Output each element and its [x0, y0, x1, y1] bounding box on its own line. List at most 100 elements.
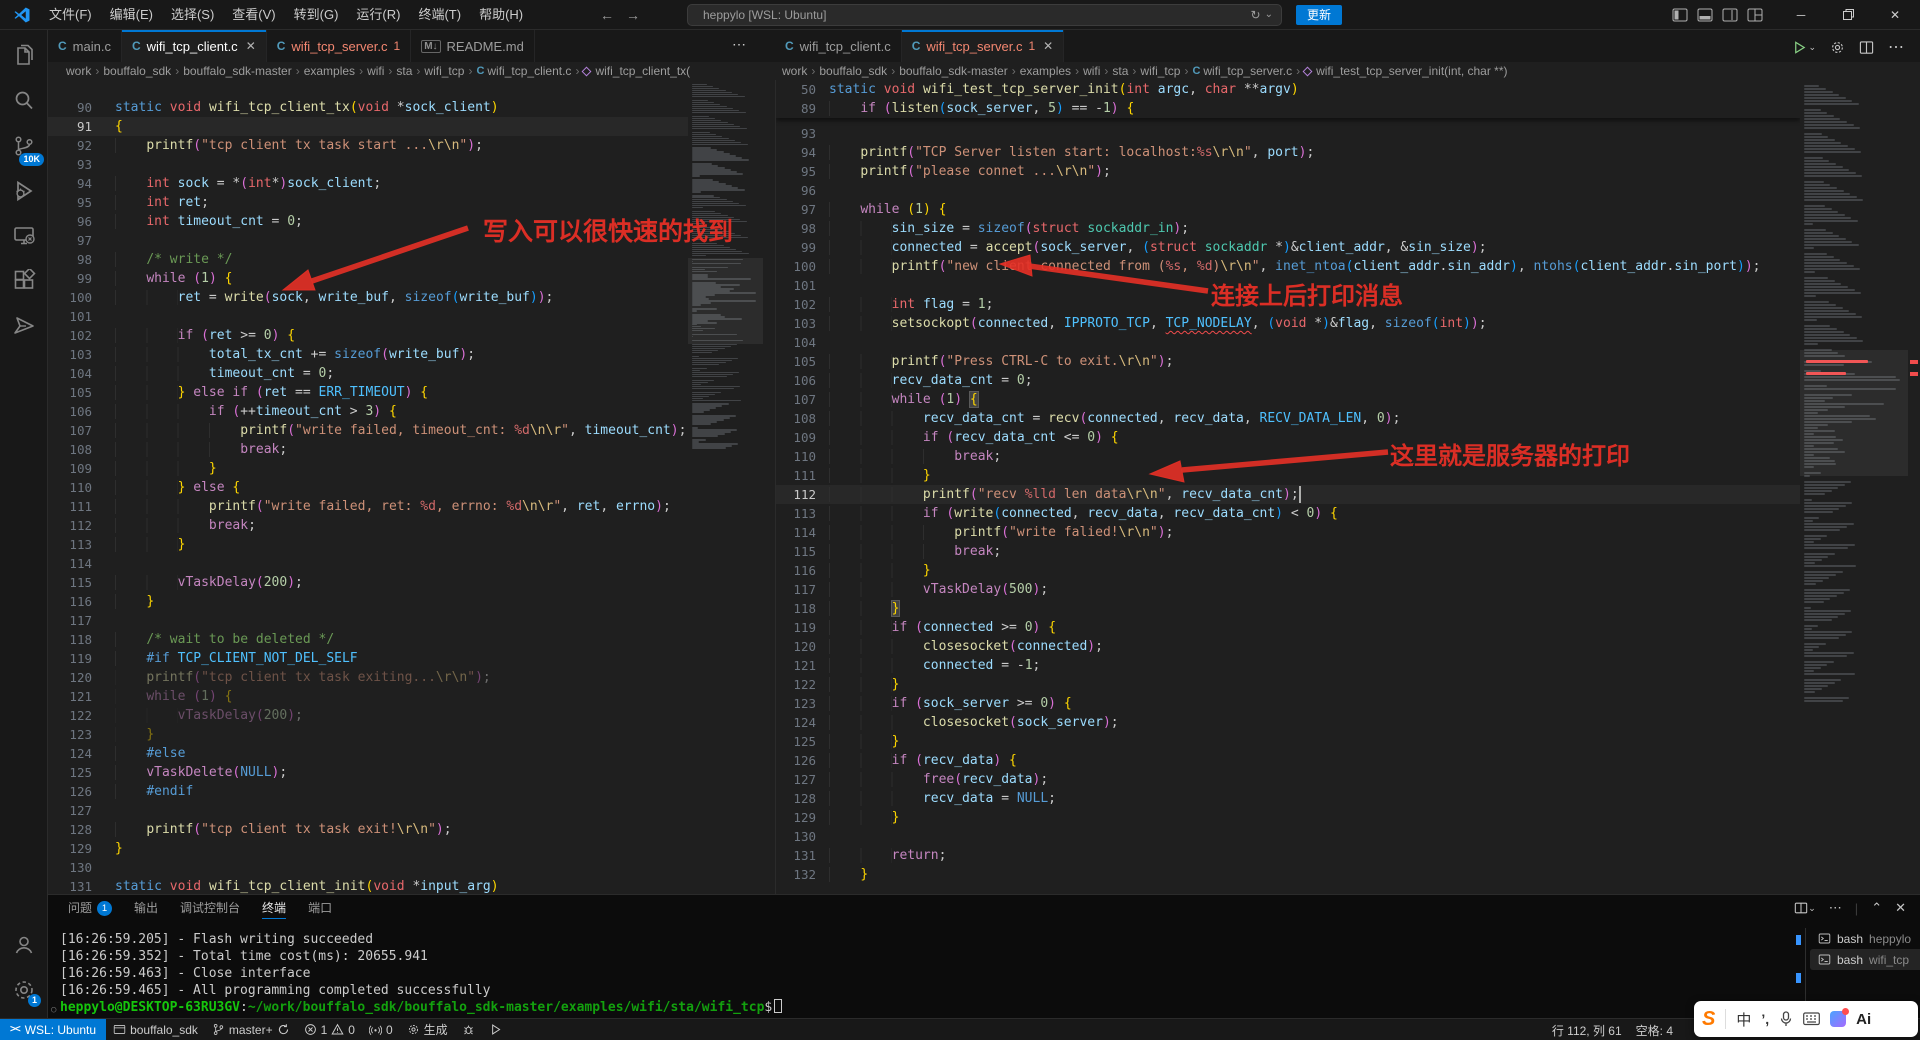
breadcrumb-item[interactable]: sta — [396, 64, 412, 78]
code-line-111[interactable]: 111 printf("write failed, ret: %d, errno… — [48, 497, 688, 516]
code-line-112[interactable]: 112 printf("recv %lld len data\r\n", rec… — [776, 485, 1800, 504]
menu-帮助H[interactable]: 帮助(H) — [470, 4, 532, 26]
menu-转到G[interactable]: 转到(G) — [285, 4, 348, 26]
code-line-124[interactable]: 124 closesocket(sock_server); — [776, 713, 1800, 732]
code-line-115[interactable]: 115 vTaskDelay(200); — [48, 573, 688, 592]
code-line-104[interactable]: 104 timeout_cnt = 0; — [48, 364, 688, 383]
customize-layout-icon[interactable] — [1747, 7, 1763, 23]
code-line-104[interactable]: 104 — [776, 333, 1800, 352]
problems-indicator[interactable]: 1 0 — [297, 1019, 362, 1040]
keyboard-icon[interactable] — [1803, 1012, 1821, 1026]
code-line-99[interactable]: 99 while (1) { — [48, 269, 688, 288]
microphone-icon[interactable] — [1779, 1011, 1793, 1027]
run-status-button[interactable] — [482, 1019, 509, 1040]
code-line-129[interactable]: 129} — [48, 839, 688, 858]
code-line-130[interactable]: 130 — [48, 858, 688, 877]
toggle-panel-icon[interactable] — [1697, 7, 1713, 23]
search-icon[interactable] — [0, 79, 48, 123]
breadcrumb-item[interactable]: wifi_tcp_client_tx( — [581, 64, 690, 78]
code-line-109[interactable]: 109 if (recv_data_cnt <= 0) { — [776, 428, 1800, 447]
ime-language-toggle[interactable]: 中 — [1736, 1009, 1751, 1030]
code-line-107[interactable]: 107 printf("write failed, timeout_cnt: %… — [48, 421, 688, 440]
code-line-113[interactable]: 113 if (write(connected, recv_data, recv… — [776, 504, 1800, 523]
settings-gear-icon[interactable] — [1830, 40, 1845, 55]
code-line-117[interactable]: 117 vTaskDelay(500); — [776, 580, 1800, 599]
refresh-icon[interactable]: ↻ — [1251, 5, 1261, 25]
breadcrumb-item[interactable]: Cwifi_tcp_server.c — [1192, 64, 1292, 78]
tab-README.md[interactable]: M↓ README.md — [411, 30, 535, 62]
breadcrumb-item[interactable]: wifi — [1083, 64, 1100, 78]
code-line-110[interactable]: 110 } else { — [48, 478, 688, 497]
breadcrumb-item[interactable]: wifi_tcp — [424, 64, 464, 78]
code-line-119[interactable]: 119 if (connected >= 0) { — [776, 618, 1800, 637]
restore-button[interactable] — [1825, 0, 1871, 30]
code-line-92[interactable]: 92 printf("tcp client tx task start ...\… — [48, 136, 688, 155]
debug-button[interactable] — [455, 1019, 482, 1040]
code-line-116[interactable]: 116 } — [48, 592, 688, 611]
code-line-131[interactable]: 131 return; — [776, 846, 1800, 865]
code-line-121[interactable]: 121 while (1) { — [48, 687, 688, 706]
code-line-120[interactable]: 120 printf("tcp client tx task exiting..… — [48, 668, 688, 687]
code-line-95[interactable]: 95 int ret; — [48, 193, 688, 212]
code-line-110[interactable]: 110 break; — [776, 447, 1800, 466]
code-line-101[interactable]: 101 — [776, 276, 1800, 295]
breadcrumb-item[interactable]: work — [66, 64, 91, 78]
close-tab-icon[interactable]: ✕ — [1043, 39, 1053, 53]
breadcrumb-item[interactable]: Cwifi_tcp_client.c — [476, 64, 571, 78]
code-line-127[interactable]: 127 — [48, 801, 688, 820]
code-line-128[interactable]: 128 printf("tcp client tx task exit!\r\n… — [48, 820, 688, 839]
code-line-120[interactable]: 120 closesocket(connected); — [776, 637, 1800, 656]
tab-wifi_tcp_server.c[interactable]: Cwifi_tcp_server.c 1 — [266, 30, 412, 62]
terminal-output[interactable]: [16:26:59.205] - Flash writing succeeded… — [51, 931, 783, 1016]
code-line-113[interactable]: 113 } — [48, 535, 688, 554]
terminal-tab-heppylo[interactable]: bash heppylo — [1810, 928, 1920, 949]
code-line-121[interactable]: 121 connected = -1; — [776, 656, 1800, 675]
sticky-scroll[interactable]: 50 static void wifi_test_tcp_server_init(… — [776, 80, 1800, 118]
breadcrumb-item[interactable]: sta — [1112, 64, 1128, 78]
code-line-94[interactable]: 94 printf("TCP Server listen start: loca… — [776, 143, 1800, 162]
code-line-100[interactable]: 100 printf("new client connected from (%… — [776, 257, 1800, 276]
panel-tab-终端[interactable]: 终端 — [262, 895, 287, 922]
workspace-indicator[interactable]: bouffalo_sdk — [106, 1019, 205, 1040]
code-line-97[interactable]: 97 while (1) { — [776, 200, 1800, 219]
code-line-124[interactable]: 124 #else — [48, 744, 688, 763]
breadcrumb-item[interactable]: bouffalo_sdk — [819, 64, 887, 78]
minimap-slider[interactable] — [688, 258, 763, 344]
code-line-105[interactable]: 105 } else if (ret == ERR_TIMEOUT) { — [48, 383, 688, 402]
code-line-50[interactable]: 50 static void wifi_test_tcp_server_init(… — [776, 80, 1800, 99]
maximize-panel-icon[interactable]: ⌃ — [1871, 900, 1882, 916]
menu-编辑E[interactable]: 编辑(E) — [101, 4, 162, 26]
split-editor-icon[interactable] — [1859, 40, 1874, 55]
sogou-logo-icon[interactable]: S — [1702, 1008, 1715, 1031]
code-line-109[interactable]: 109 } — [48, 459, 688, 478]
panel-tab-调试控制台[interactable]: 调试控制台 — [180, 895, 240, 922]
run-button[interactable]: ⌄ — [1792, 40, 1816, 55]
command-decoration-icon[interactable]: ○ — [51, 1002, 56, 1019]
code-line-89[interactable]: 89 if (listen(sock_server, 5) == -1) { — [776, 99, 1800, 118]
nav-forward-icon[interactable]: → — [622, 4, 644, 26]
editor-right[interactable]: 50 static void wifi_test_tcp_server_init(… — [776, 80, 1800, 894]
close-tab-icon[interactable]: ✕ — [246, 39, 256, 53]
menu-查看V[interactable]: 查看(V) — [223, 4, 284, 26]
extensions-icon[interactable] — [0, 259, 48, 303]
breadcrumb-item[interactable]: examples — [1020, 64, 1071, 78]
code-line-130[interactable]: 130 — [776, 827, 1800, 846]
tab-wifi_tcp_client.c[interactable]: Cwifi_tcp_client.c ✕ — [121, 30, 267, 62]
code-line-93[interactable]: 93 — [776, 124, 1800, 143]
remote-indicator[interactable]: >< WSL: Ubuntu — [0, 1018, 107, 1040]
menu-选择S[interactable]: 选择(S) — [162, 4, 223, 26]
custom-tool-icon[interactable] — [0, 304, 48, 348]
cursor-position-indicator[interactable]: 行 112, 列 61 — [1545, 1019, 1629, 1040]
breadcrumb-item[interactable]: wifi — [367, 64, 384, 78]
code-line-114[interactable]: 114 printf("write falied!\r\n"); — [776, 523, 1800, 542]
terminal-tab-wifi_tcp[interactable]: bash wifi_tcp — [1810, 949, 1920, 970]
code-line-128[interactable]: 128 recv_data = NULL; — [776, 789, 1800, 808]
toggle-secondary-sidebar-icon[interactable] — [1722, 7, 1738, 23]
tab-main.c[interactable]: Cmain.c — [48, 30, 122, 62]
code-line-96[interactable]: 96 int timeout_cnt = 0; — [48, 212, 688, 231]
breadcrumb-item[interactable]: wifi_tcp — [1140, 64, 1180, 78]
code-line-97[interactable]: 97 — [48, 231, 688, 250]
code-line-108[interactable]: 108 break; — [48, 440, 688, 459]
breadcrumb-item[interactable]: bouffalo_sdk-master — [183, 64, 292, 78]
tab-wifi_tcp_server.c[interactable]: Cwifi_tcp_server.c 1 ✕ — [901, 30, 1065, 62]
